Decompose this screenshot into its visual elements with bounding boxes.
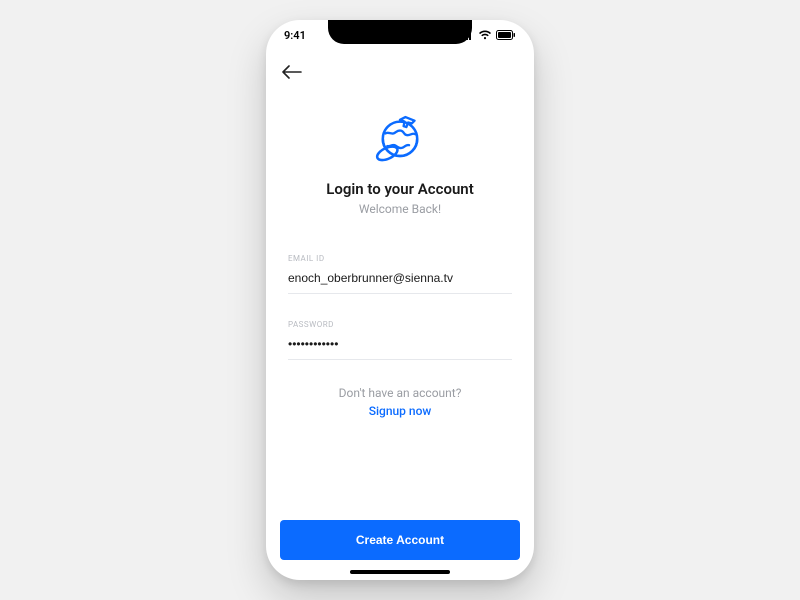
back-button[interactable] [282, 58, 310, 86]
topbar [266, 54, 534, 86]
globe-travel-icon [371, 108, 429, 166]
signup-question: Don't have an account? [288, 386, 512, 400]
device-notch [328, 20, 472, 44]
hero: Login to your Account Welcome Back! [266, 108, 534, 216]
screen: Login to your Account Welcome Back! EMAI… [266, 20, 534, 580]
page-title: Login to your Account [326, 180, 473, 198]
email-label: EMAIL ID [288, 254, 512, 263]
home-indicator [350, 570, 450, 574]
battery-icon [496, 30, 516, 40]
phone-frame: 9:41 [266, 20, 534, 580]
page-subtitle: Welcome Back! [359, 202, 441, 216]
create-account-button[interactable]: Create Account [280, 520, 520, 560]
wifi-icon [478, 30, 492, 40]
signup-block: Don't have an account? Signup now [288, 386, 512, 418]
password-field-group: PASSWORD [288, 320, 512, 360]
login-form: EMAIL ID PASSWORD Don't have an account?… [266, 254, 534, 418]
status-time: 9:41 [284, 29, 306, 42]
password-label: PASSWORD [288, 320, 512, 329]
email-field[interactable] [288, 267, 512, 294]
arrow-left-icon [282, 65, 302, 79]
signup-link[interactable]: Signup now [288, 404, 512, 418]
email-field-group: EMAIL ID [288, 254, 512, 294]
password-field[interactable] [288, 333, 512, 360]
